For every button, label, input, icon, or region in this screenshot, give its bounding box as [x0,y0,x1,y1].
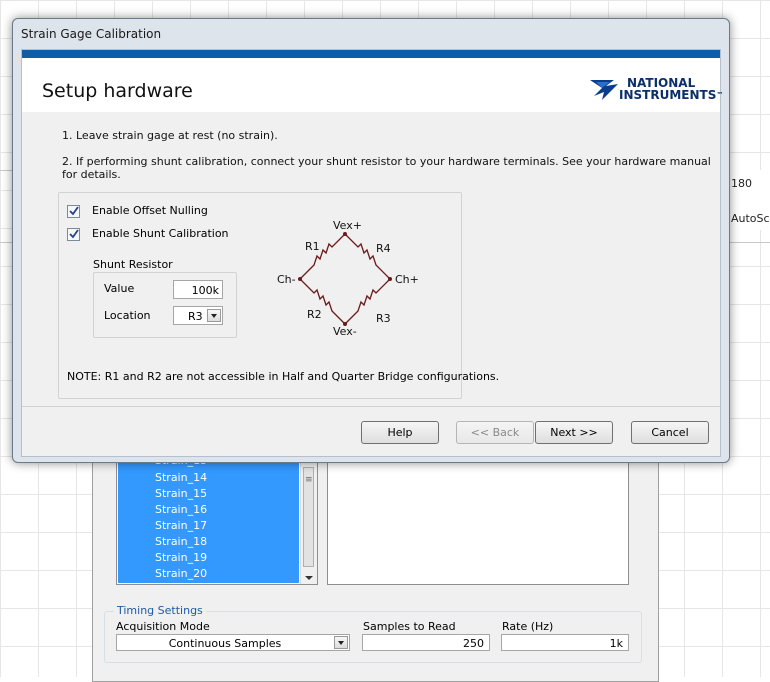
channel-list-selection [118,453,299,583]
instruction-step-2: 2. If performing shunt calibration, conn… [62,155,711,181]
acquisition-mode-value: Continuous Samples [168,637,282,650]
node-ch-minus [298,277,302,281]
shunt-value-label: Value [104,282,135,295]
shunt-location-select[interactable]: R3 [173,306,223,325]
enable-offset-nulling-label[interactable]: Enable Offset Nulling [92,204,208,217]
list-item[interactable]: Strain_20 [155,566,207,582]
list-item[interactable]: Strain_15 [155,486,207,502]
resistor-r4 [344,233,391,280]
cancel-button[interactable]: Cancel [631,421,709,444]
list-item[interactable]: Strain_17 [155,518,207,534]
channel-list-scrollbar[interactable]: ≡ [300,453,317,584]
accent-bar [22,50,720,58]
label-r1: R1 [305,240,320,253]
samples-to-read-value: 250 [463,637,484,650]
national-instruments-logo: NATIONAL INSTRUMENTS™ [619,77,723,101]
timing-settings-legend: Timing Settings [114,604,206,617]
strain-gage-calibration-dialog: Strain Gage Calibration Setup hardware N… [12,18,730,463]
list-item[interactable]: Strain_14 [155,470,207,486]
background-axis-value: 180 [731,177,752,190]
channel-details-panel [327,452,629,585]
label-ch-minus: Ch- [277,273,296,286]
samples-to-read-input[interactable]: 250 [362,634,490,651]
back-button[interactable]: << Back [456,421,534,444]
node-ch-plus [388,277,392,281]
scrollbar-grip-icon: ≡ [305,475,313,485]
rate-value: 1k [609,637,623,650]
footer-divider [22,406,720,407]
enable-offset-nulling-checkbox[interactable] [67,205,80,218]
list-item[interactable]: Strain_19 [155,550,207,566]
background-autoscale-label[interactable]: AutoScale [731,212,770,225]
help-button[interactable]: Help [361,421,439,444]
chevron-down-icon[interactable] [334,636,348,649]
acquisition-mode-label: Acquisition Mode [116,620,210,633]
chevron-down-icon[interactable] [207,309,221,322]
node-vex-plus [343,232,347,236]
scroll-down-arrow-icon[interactable] [305,576,313,580]
bridge-note: NOTE: R1 and R2 are not accessible in Ha… [67,370,500,383]
label-r4: R4 [376,242,391,255]
dialog-header: Setup hardware NATIONAL INSTRUMENTS™ [22,58,723,112]
checkmark-icon [69,206,79,216]
rate-label: Rate (Hz) [502,620,554,633]
channel-list[interactable]: Strain_13 Strain_14 Strain_15 Strain_16 … [116,452,318,585]
shunt-value-input[interactable]: 100k [173,280,223,299]
label-vex-plus: Vex+ [333,219,362,232]
label-vex-minus: Vex- [333,325,357,338]
samples-to-read-label: Samples to Read [363,620,456,633]
instruction-step-1: 1. Leave strain gage at rest (no strain)… [62,129,278,142]
window-title: Strain Gage Calibration [21,27,162,41]
shunt-location-value: R3 [188,310,203,323]
acquisition-mode-select[interactable]: Continuous Samples [116,634,350,651]
label-r3: R3 [376,312,391,325]
enable-shunt-calibration-label[interactable]: Enable Shunt Calibration [92,227,229,240]
checkmark-icon [69,229,79,239]
shunt-location-label: Location [104,309,151,322]
shunt-resistor-title: Shunt Resistor [93,258,173,271]
list-item[interactable]: Strain_16 [155,502,207,518]
page-title: Setup hardware [42,80,193,102]
dialog-content-frame: Setup hardware NATIONAL INSTRUMENTS™ 1. … [21,49,723,457]
label-ch-plus: Ch+ [395,273,419,286]
rate-input[interactable]: 1k [501,634,629,651]
label-r2: R2 [307,308,322,321]
list-item[interactable]: Strain_18 [155,534,207,550]
enable-shunt-calibration-checkbox[interactable] [67,228,80,241]
shunt-value: 100k [191,284,219,297]
logo-text-instruments: INSTRUMENTS™ [619,88,724,102]
next-button[interactable]: Next >> [535,421,613,444]
